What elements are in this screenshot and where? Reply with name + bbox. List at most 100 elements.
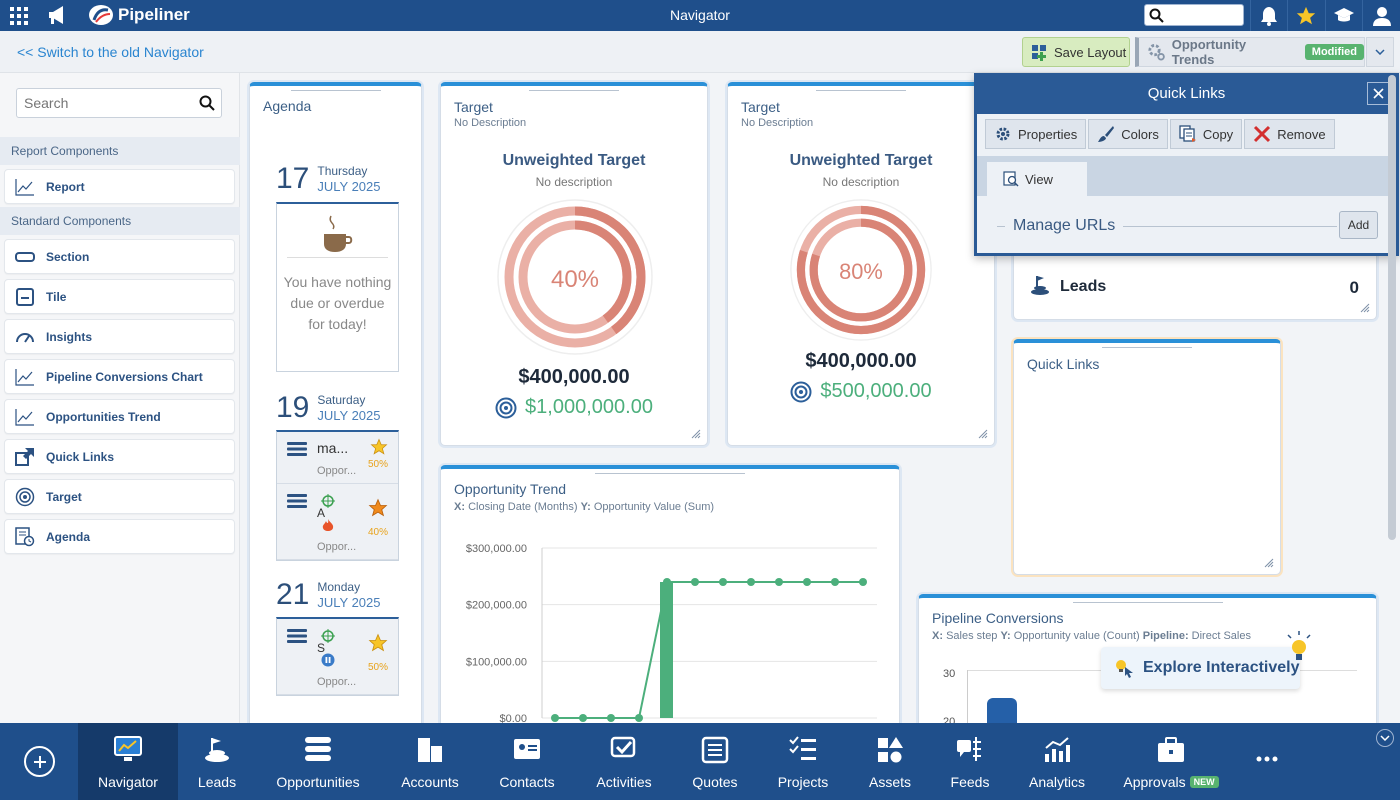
agenda-list: ma... Oppor... 50% A Oppor... 40%: [276, 430, 399, 561]
agenda-icon: [14, 526, 36, 548]
properties-button[interactable]: Properties: [985, 119, 1087, 149]
leads-tile[interactable]: Leads 0: [1013, 250, 1377, 320]
trend-point: [663, 578, 671, 586]
nav-item-label: Opportunities: [276, 774, 360, 790]
sidebar-item-target[interactable]: Target: [4, 479, 235, 514]
close-panel-button[interactable]: [1367, 82, 1390, 105]
switch-old-navigator-link[interactable]: << Switch to the old Navigator: [17, 44, 204, 60]
global-search-input[interactable]: [1144, 4, 1244, 26]
agenda-card[interactable]: Agenda 17 Thursday JULY 2025 You have not…: [249, 82, 422, 742]
star-icon: [1296, 6, 1315, 24]
explore-interactively-button[interactable]: Explore Interactively: [1101, 647, 1300, 689]
save-layout-button[interactable]: Save Layout: [1022, 37, 1130, 67]
remove-button[interactable]: Remove: [1244, 119, 1335, 149]
drag-handle[interactable]: [816, 90, 906, 91]
quick-links-panel-title: Quick Links: [1147, 85, 1226, 102]
add-url-button[interactable]: Add: [1339, 211, 1378, 239]
new-badge: NEW: [1189, 776, 1219, 788]
megaphone-icon[interactable]: [46, 4, 70, 26]
nav-item-projects[interactable]: Projects: [758, 723, 848, 800]
nav-item-analytics[interactable]: Analytics: [1012, 723, 1102, 800]
gauge-icon: [14, 326, 36, 348]
resize-handle-icon[interactable]: [691, 429, 701, 439]
nav-item-assets[interactable]: Assets: [846, 723, 934, 800]
drag-handle[interactable]: [529, 90, 619, 91]
sidebar-item-insights[interactable]: Insights: [4, 319, 235, 354]
opportunity-trend-chart: $300,000.00$200,000.00$100,000.00$0.00: [466, 543, 877, 725]
nav-item-contacts[interactable]: Contacts: [478, 723, 576, 800]
nav-item-approvals[interactable]: Approvals NEW: [1104, 723, 1238, 800]
close-icon: [1373, 88, 1384, 99]
x-axis-label: Closing Date (Months): [468, 501, 578, 513]
drag-handle[interactable]: [1102, 347, 1192, 348]
more-button[interactable]: [1238, 723, 1296, 800]
target-goal-amount: $500,000.00: [820, 380, 932, 402]
agenda-month: JULY 2025: [317, 179, 381, 194]
manage-urls-section: Manage URLs: [997, 217, 1337, 235]
sidebar-item-quick-links[interactable]: Quick Links: [4, 439, 235, 474]
trend-point: [691, 578, 699, 586]
drag-handle[interactable]: [595, 473, 745, 474]
nav-item-label: Approvals: [1123, 774, 1186, 790]
sidebar-item-agenda[interactable]: Agenda: [4, 519, 235, 554]
line-chart-icon: [14, 176, 36, 198]
modified-badge: Modified: [1304, 44, 1364, 60]
agenda-day-number: 19: [276, 391, 310, 424]
agenda-item[interactable]: A Oppor... 40%: [277, 484, 398, 560]
nav-item-activities[interactable]: Activities: [576, 723, 672, 800]
layout-name: Opportunity Trends: [1171, 37, 1247, 67]
component-search-input[interactable]: [17, 89, 187, 117]
drag-handle[interactable]: [290, 90, 381, 91]
top-bar: Pipeliner Navigator: [0, 0, 1400, 31]
nav-item-accounts[interactable]: Accounts: [381, 723, 479, 800]
resize-handle-icon[interactable]: [978, 429, 988, 439]
main-scrollbar[interactable]: [1388, 75, 1396, 540]
sidebar-item-report[interactable]: Report: [4, 169, 235, 204]
apps-grid-icon[interactable]: [8, 5, 30, 27]
favorites-button[interactable]: [1287, 0, 1323, 31]
target-card[interactable]: Target No Description Unweighted Target …: [727, 82, 995, 446]
sidebar-item-opportunities-trend[interactable]: Opportunities Trend: [4, 399, 235, 434]
sidebar-item-section[interactable]: Section: [4, 239, 235, 274]
layout-selector[interactable]: Opportunity Trends Modified: [1135, 37, 1365, 67]
copy-button[interactable]: Copy: [1169, 119, 1243, 149]
panel-tabs: View: [977, 156, 1396, 196]
nav-item-feeds[interactable]: Feeds: [928, 723, 1012, 800]
agenda-date: 17 Thursday JULY 2025: [276, 162, 381, 196]
y-tick-label: $300,000.00: [466, 543, 527, 555]
pause-icon: [321, 653, 335, 667]
drag-handle[interactable]: [1072, 602, 1223, 603]
resize-handle-icon[interactable]: [1360, 303, 1370, 313]
nav-item-leads[interactable]: Leads: [178, 723, 256, 800]
tab-view[interactable]: View: [987, 162, 1087, 196]
nav-item-quotes[interactable]: Quotes: [672, 723, 758, 800]
resize-handle-icon[interactable]: [1264, 558, 1274, 568]
x-axis-label: Sales step: [946, 630, 998, 642]
notifications-button[interactable]: [1250, 0, 1286, 31]
sidebar-item-tile[interactable]: Tile: [4, 279, 235, 314]
target-nodesc: No description: [535, 175, 613, 189]
target-progress-ring: 80%: [790, 199, 932, 341]
target-card-title: Target: [741, 99, 780, 115]
remove-icon: [1254, 125, 1271, 143]
academy-button[interactable]: [1325, 0, 1361, 31]
sidebar-item-pipeline-conversions-chart[interactable]: Pipeline Conversions Chart: [4, 359, 235, 394]
create-new-button[interactable]: [24, 746, 55, 777]
tile-icon: [14, 286, 36, 308]
target-card[interactable]: Target No Description Unweighted Target …: [440, 82, 708, 446]
agenda-item[interactable]: ma... Oppor... 50%: [277, 432, 398, 484]
colors-button[interactable]: Colors: [1088, 119, 1168, 149]
assets-icon: [876, 736, 904, 767]
navigator-icon: [114, 736, 142, 765]
opportunity-trend-card[interactable]: Opportunity Trend X: Closing Date (Month…: [440, 465, 900, 730]
nav-item-opportunities[interactable]: Opportunities: [257, 723, 379, 800]
collapse-nav-button[interactable]: [1376, 729, 1394, 747]
layout-dropdown-button[interactable]: [1366, 37, 1394, 67]
quick-links-card[interactable]: Quick Links: [1013, 339, 1281, 575]
target-achieved-amount: $400,000.00: [518, 366, 630, 388]
agenda-item[interactable]: S Oppor... 50%: [277, 619, 398, 695]
nav-item-navigator[interactable]: Navigator: [78, 723, 178, 800]
profile-button[interactable]: [1362, 0, 1400, 31]
trend-point: [719, 578, 727, 586]
save-layout-label: Save Layout: [1054, 44, 1127, 60]
